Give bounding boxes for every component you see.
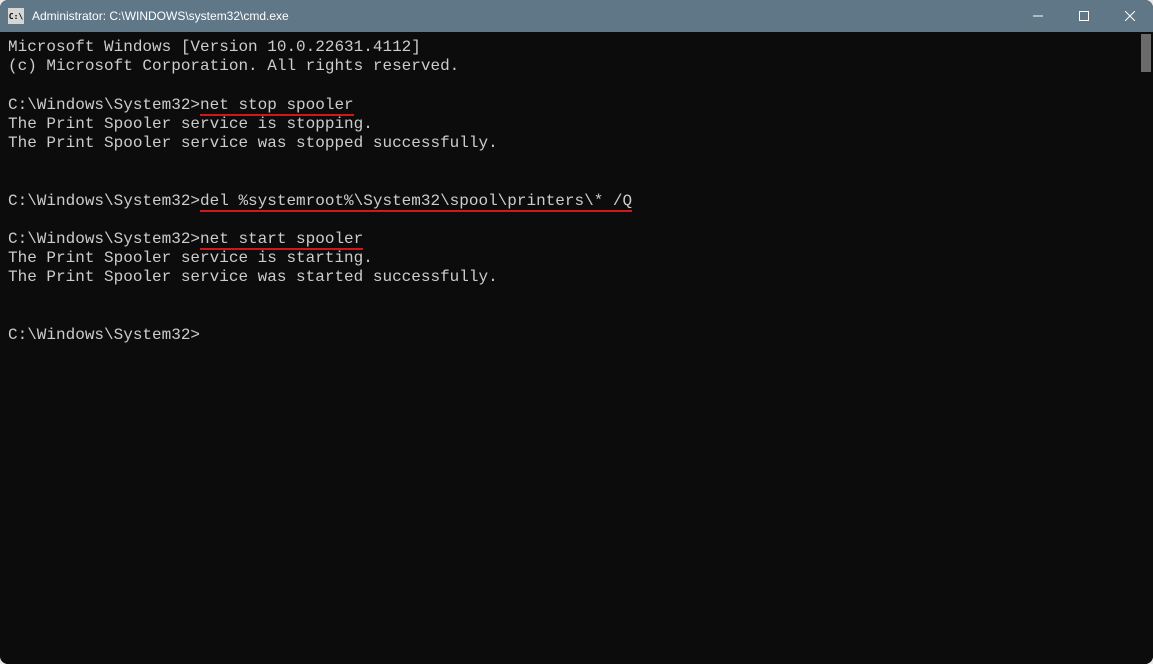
minimize-icon <box>1033 11 1043 21</box>
blank-line <box>8 211 1145 230</box>
prompt-path: C:\Windows\System32> <box>8 192 200 210</box>
titlebar[interactable]: C:\ Administrator: C:\WINDOWS\system32\c… <box>0 0 1153 32</box>
output-line: The Print Spooler service is starting. <box>8 249 1145 268</box>
command-text: net start spooler <box>200 230 363 250</box>
prompt-line: C:\Windows\System32> <box>8 326 1145 345</box>
scrollbar-track[interactable] <box>1137 32 1153 664</box>
output-line: The Print Spooler service is stopping. <box>8 115 1145 134</box>
prompt-line: C:\Windows\System32>del %systemroot%\Sys… <box>8 192 1145 211</box>
prompt-path: C:\Windows\System32> <box>8 230 200 248</box>
prompt-line: C:\Windows\System32>net stop spooler <box>8 96 1145 115</box>
prompt-path: C:\Windows\System32> <box>8 96 200 114</box>
window-title: Administrator: C:\WINDOWS\system32\cmd.e… <box>32 9 1015 23</box>
banner-line: (c) Microsoft Corporation. All rights re… <box>8 57 1145 76</box>
output-line: The Print Spooler service was stopped su… <box>8 134 1145 153</box>
minimize-button[interactable] <box>1015 0 1061 32</box>
command-text: net stop spooler <box>200 96 354 116</box>
blank-line <box>8 307 1145 326</box>
cmd-icon: C:\ <box>8 8 24 24</box>
blank-line <box>8 153 1145 172</box>
prompt-path: C:\Windows\System32> <box>8 326 200 344</box>
close-button[interactable] <box>1107 0 1153 32</box>
maximize-icon <box>1079 11 1089 21</box>
window-controls <box>1015 0 1153 32</box>
blank-line <box>8 172 1145 191</box>
blank-line <box>8 287 1145 306</box>
terminal-output[interactable]: Microsoft Windows [Version 10.0.22631.41… <box>0 32 1153 664</box>
close-icon <box>1125 11 1135 21</box>
banner-line: Microsoft Windows [Version 10.0.22631.41… <box>8 38 1145 57</box>
blank-line <box>8 76 1145 95</box>
output-line: The Print Spooler service was started su… <box>8 268 1145 287</box>
cmd-window: C:\ Administrator: C:\WINDOWS\system32\c… <box>0 0 1153 664</box>
command-text: del %systemroot%\System32\spool\printers… <box>200 192 632 212</box>
scrollbar-thumb[interactable] <box>1141 34 1151 72</box>
prompt-line: C:\Windows\System32>net start spooler <box>8 230 1145 249</box>
maximize-button[interactable] <box>1061 0 1107 32</box>
